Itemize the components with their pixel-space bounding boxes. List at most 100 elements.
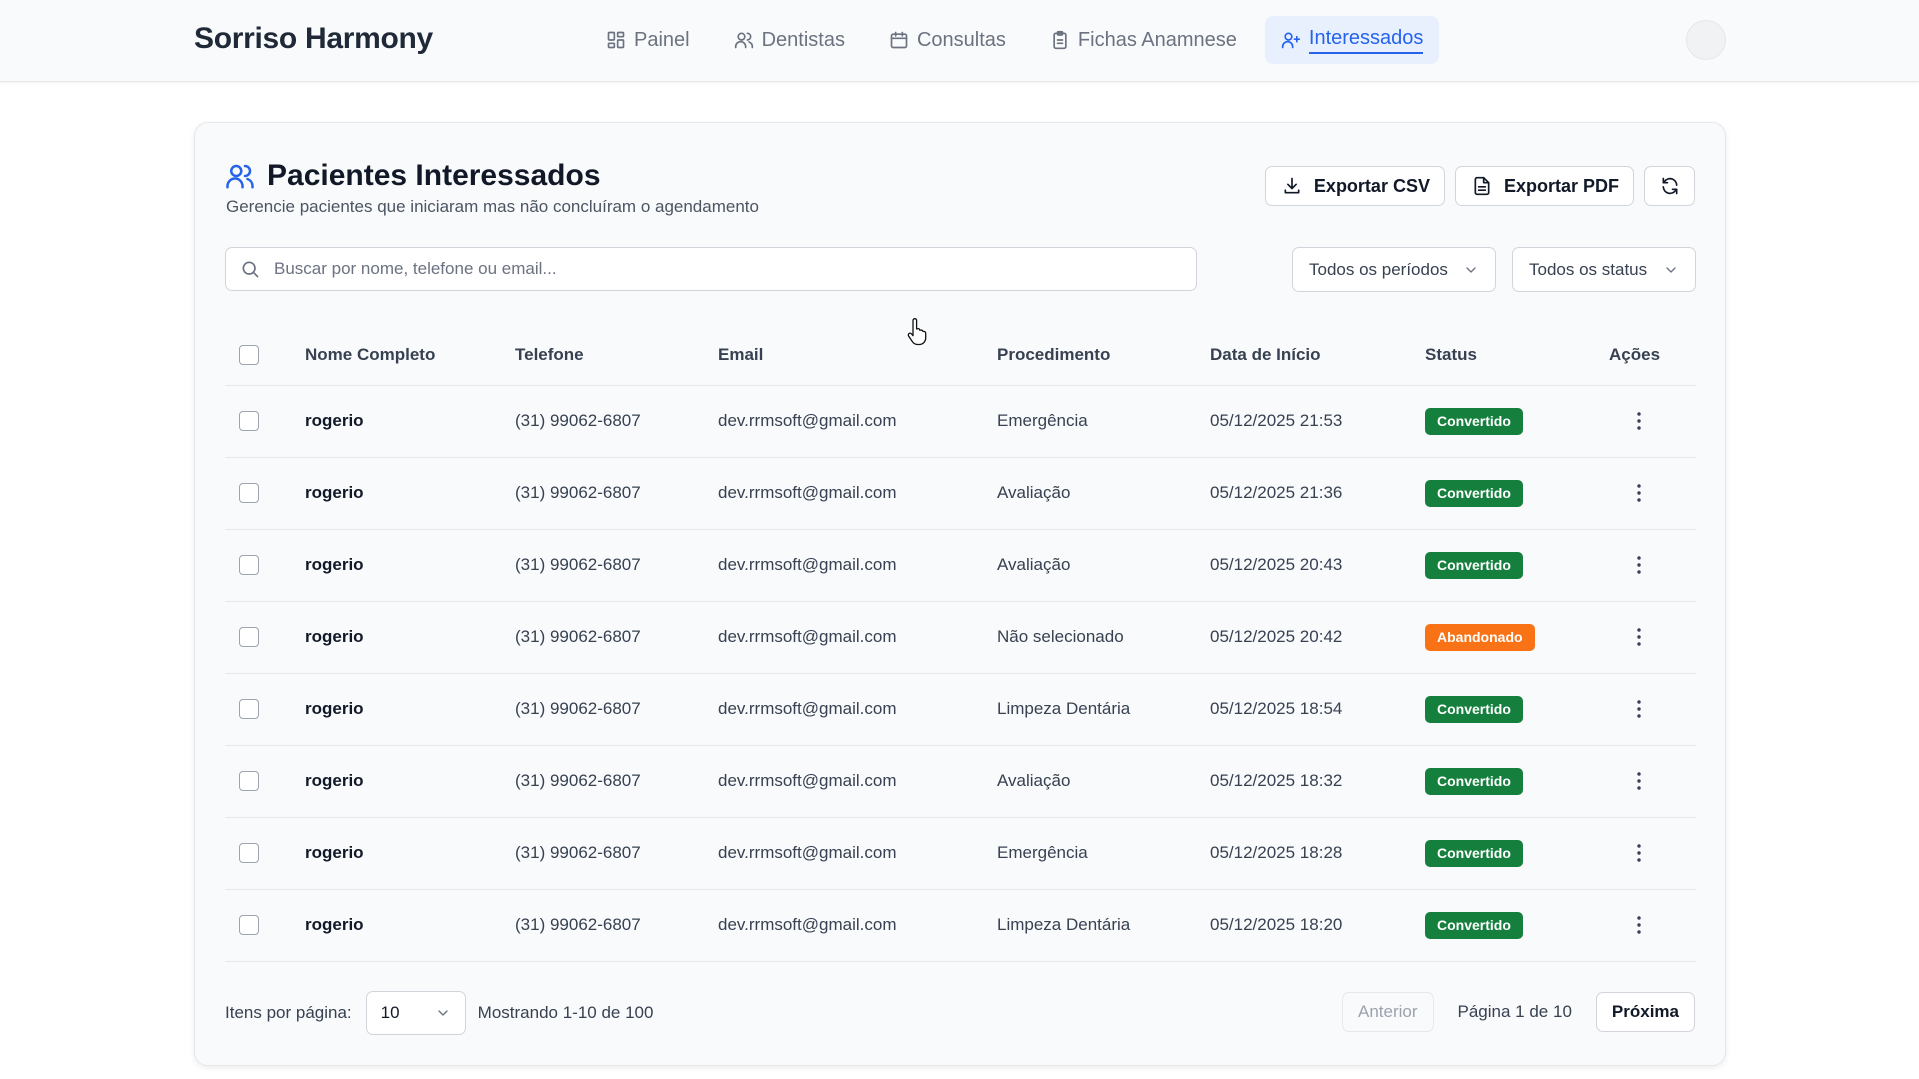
row-select-cell	[225, 457, 305, 530]
next-page-button[interactable]: Próxima	[1595, 992, 1695, 1032]
row-actions-menu-button[interactable]	[1627, 841, 1651, 865]
table-row[interactable]: rogerio (31) 99062-6807 dev.rrmsoft@gmail.…	[225, 529, 1696, 602]
clipboard-icon	[1053, 30, 1067, 50]
row-checkbox[interactable]	[239, 627, 259, 648]
cell-procedure: Limpeza Dentária	[997, 889, 1210, 962]
status-badge: Convertido	[1425, 551, 1523, 579]
table-row[interactable]: rogerio (31) 99062-6807 dev.rrmsoft@gmail.…	[225, 673, 1696, 746]
row-actions-menu-button[interactable]	[1627, 481, 1651, 505]
cell-phone: (31) 99062-6807	[515, 745, 718, 818]
cell-procedure: Emergência	[997, 817, 1210, 890]
row-checkbox[interactable]	[239, 555, 259, 576]
cell-status: Convertido	[1425, 673, 1609, 746]
cell-phone: (31) 99062-6807	[515, 673, 718, 746]
row-actions-menu-button[interactable]	[1627, 913, 1651, 937]
previous-page-button[interactable]: Anterior	[1341, 992, 1434, 1032]
export-pdf-button[interactable]: Exportar PDF	[1454, 166, 1634, 206]
search-field	[225, 247, 1197, 291]
column-header-phone[interactable]: Telefone	[515, 325, 718, 386]
table-row[interactable]: rogerio (31) 99062-6807 dev.rrmsoft@gmail.…	[225, 457, 1696, 530]
table-body: rogerio (31) 99062-6807 dev.rrmsoft@gmail.…	[225, 385, 1696, 962]
per-page-value: 10	[380, 1003, 400, 1022]
column-header-status[interactable]: Status	[1425, 325, 1609, 386]
user-plus-icon	[1281, 32, 1301, 49]
row-checkbox[interactable]	[239, 843, 259, 864]
cell-actions	[1609, 673, 1696, 746]
select-all-checkbox[interactable]	[239, 345, 259, 365]
column-header-email[interactable]: Email	[718, 325, 997, 386]
patients-table: Nome Completo Telefone Email Procediment…	[225, 325, 1696, 962]
table-row[interactable]: rogerio (31) 99062-6807 dev.rrmsoft@gmail.…	[225, 817, 1696, 890]
more-vertical-icon	[1637, 628, 1641, 646]
more-vertical-icon	[1637, 844, 1641, 862]
row-checkbox[interactable]	[239, 483, 259, 504]
cell-email: dev.rrmsoft@gmail.com	[718, 745, 997, 818]
column-header-actions: Ações	[1609, 325, 1696, 386]
search-input[interactable]	[274, 259, 1196, 279]
nav-item-dentistas[interactable]: Dentistas	[718, 16, 861, 64]
row-checkbox[interactable]	[239, 915, 259, 936]
column-header-date[interactable]: Data de Início	[1210, 325, 1425, 386]
row-select-cell	[225, 385, 305, 458]
cell-status: Convertido	[1425, 889, 1609, 962]
column-header-name[interactable]: Nome Completo	[305, 325, 515, 386]
status-badge: Convertido	[1425, 767, 1523, 795]
row-actions-menu-button[interactable]	[1627, 625, 1651, 649]
cell-procedure: Não selecionado	[997, 601, 1210, 674]
cell-status: Convertido	[1425, 385, 1609, 458]
cell-actions	[1609, 817, 1696, 890]
users-icon	[226, 164, 254, 189]
row-actions-menu-button[interactable]	[1627, 697, 1651, 721]
hand-pointer-cursor-icon	[907, 318, 927, 346]
cell-name: rogerio	[305, 529, 515, 602]
row-checkbox[interactable]	[239, 771, 259, 792]
cell-date: 05/12/2025 18:20	[1210, 889, 1425, 962]
page-info: Página 1 de 10	[1457, 1002, 1572, 1021]
cell-phone: (31) 99062-6807	[515, 889, 718, 962]
row-select-cell	[225, 529, 305, 602]
row-select-cell	[225, 817, 305, 890]
more-vertical-icon	[1637, 700, 1641, 718]
row-select-cell	[225, 745, 305, 818]
row-actions-menu-button[interactable]	[1627, 409, 1651, 433]
period-filter-value: Todos os períodos	[1309, 259, 1448, 279]
export-csv-button[interactable]: Exportar CSV	[1264, 166, 1445, 206]
status-badge: Abandonado	[1425, 623, 1535, 651]
status-badge: Convertido	[1425, 479, 1523, 507]
cell-status: Convertido	[1425, 457, 1609, 530]
nav-item-interessados[interactable]: Interessados	[1264, 16, 1440, 64]
column-header-procedure[interactable]: Procedimento	[997, 325, 1210, 386]
status-badge: Convertido	[1425, 407, 1523, 435]
export-pdf-label: Exportar PDF	[1503, 175, 1619, 196]
cell-actions	[1609, 529, 1696, 602]
table-row[interactable]: rogerio (31) 99062-6807 dev.rrmsoft@gmail.…	[225, 745, 1696, 818]
cell-name: rogerio	[305, 817, 515, 890]
cell-name: rogerio	[305, 457, 515, 530]
per-page-select[interactable]: 10	[365, 991, 466, 1035]
interested-patients-card: Pacientes Interessados Gerencie paciente…	[194, 122, 1726, 1066]
cell-procedure: Avaliação	[997, 745, 1210, 818]
status-filter-select[interactable]: Todos os status	[1512, 247, 1696, 292]
nav-item-consultas[interactable]: Consultas	[873, 16, 1022, 64]
more-vertical-icon	[1637, 484, 1641, 502]
table-row[interactable]: rogerio (31) 99062-6807 dev.rrmsoft@gmail.…	[225, 385, 1696, 458]
user-avatar[interactable]	[1686, 20, 1726, 60]
row-checkbox[interactable]	[239, 411, 259, 432]
nav-label: Dentistas	[761, 28, 845, 51]
cell-email: dev.rrmsoft@gmail.com	[718, 529, 997, 602]
cell-email: dev.rrmsoft@gmail.com	[718, 601, 997, 674]
table-row[interactable]: rogerio (31) 99062-6807 dev.rrmsoft@gmail.…	[225, 889, 1696, 962]
nav-item-painel[interactable]: Painel	[590, 16, 706, 64]
period-filter-select[interactable]: Todos os períodos	[1292, 247, 1496, 292]
table-row[interactable]: rogerio (31) 99062-6807 dev.rrmsoft@gmail.…	[225, 601, 1696, 674]
status-badge: Convertido	[1425, 911, 1523, 939]
nav-item-fichas-anamnese[interactable]: Fichas Anamnese	[1034, 16, 1253, 64]
row-actions-menu-button[interactable]	[1627, 553, 1651, 577]
row-actions-menu-button[interactable]	[1627, 769, 1651, 793]
cell-date: 05/12/2025 20:43	[1210, 529, 1425, 602]
refresh-button[interactable]	[1644, 166, 1695, 206]
cell-email: dev.rrmsoft@gmail.com	[718, 889, 997, 962]
brand-logo[interactable]: Sorriso Harmony	[194, 22, 433, 56]
row-checkbox[interactable]	[239, 699, 259, 720]
cell-email: dev.rrmsoft@gmail.com	[718, 385, 997, 458]
